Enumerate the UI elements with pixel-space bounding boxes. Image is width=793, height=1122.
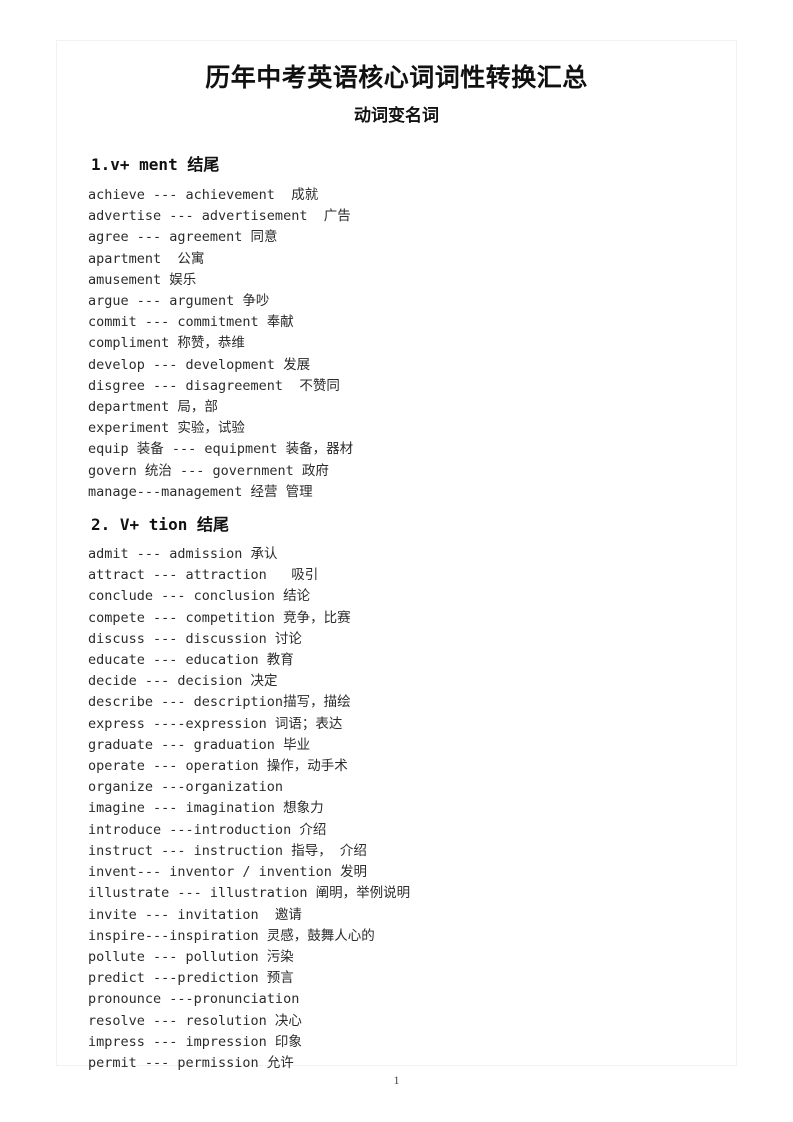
word-entry: operate --- operation 操作，动手术 xyxy=(88,758,348,775)
word-entry: argue --- argument 争吵 xyxy=(88,293,270,310)
word-entry: attract --- attraction 吸引 xyxy=(88,567,319,584)
word-entry: compliment 称赞，恭维 xyxy=(88,335,245,352)
word-entry: inspire---inspiration 灵感，鼓舞人心的 xyxy=(88,927,375,944)
word-entry: govern 统治 --- government 政府 xyxy=(88,462,329,479)
word-entry: achieve --- achievement 成就 xyxy=(88,187,319,203)
word-entry: conclude --- conclusion 结论 xyxy=(88,588,311,605)
word-entry: instruct --- instruction 指导， 介绍 xyxy=(88,842,367,859)
document-page: 历年中考英语核心词词性转换汇总 动词变名词 1.v+ ment 结尾 achie… xyxy=(0,0,793,1122)
word-entry: pollute --- pollution 污染 xyxy=(88,948,294,965)
word-entry: graduate --- graduation 毕业 xyxy=(88,736,311,753)
word-entry: organize ---organization xyxy=(88,779,284,796)
word-entry: introduce ---introduction 介绍 xyxy=(88,821,327,838)
word-entry: apartment 公寓 xyxy=(88,250,205,267)
page-number: 1 xyxy=(393,1073,400,1087)
word-entry: imagine --- imagination 想象力 xyxy=(88,800,324,817)
word-entry: resolve --- resolution 决心 xyxy=(88,1012,302,1029)
section-v-plus-ment: 1.v+ ment 结尾 achieve --- achievement 成就 … xyxy=(0,128,793,503)
word-entry: pronounce ---pronunciation xyxy=(88,991,300,1008)
word-entry: express ----expression 词语；表达 xyxy=(88,715,343,732)
section-v-plus-tion: 2. V+ tion 结尾 admit --- admission 承认 att… xyxy=(0,503,793,1074)
section-heading-2: 2. V+ tion 结尾 xyxy=(91,515,229,535)
word-list-2: admit --- admission 承认 attract --- attra… xyxy=(0,536,793,1074)
word-entry: discuss --- discussion 讨论 xyxy=(88,630,302,647)
word-entry: invite --- invitation 邀请 xyxy=(88,906,302,923)
word-entry: department 局，部 xyxy=(88,399,218,416)
word-entry: amusement 娱乐 xyxy=(88,271,197,288)
word-entry: impress --- impression 印象 xyxy=(88,1033,302,1050)
word-entry: compete --- competition 竞争，比赛 xyxy=(88,609,351,626)
word-list-1: achieve --- achievement 成就 advertise ---… xyxy=(0,176,793,503)
word-entry: educate --- education 教育 xyxy=(88,652,294,669)
word-entry: illustrate --- illustration 阐明，举例说明 xyxy=(88,885,411,902)
word-entry: manage---management 经营 管理 xyxy=(88,483,313,500)
word-entry: advertise --- advertisement 广告 xyxy=(88,208,351,225)
word-entry: predict ---prediction 预言 xyxy=(88,970,294,987)
word-entry: experiment 实验，试验 xyxy=(88,420,245,437)
word-entry: disgree --- disagreement 不赞同 xyxy=(88,377,340,394)
word-entry: admit --- admission 承认 xyxy=(88,546,278,563)
document-title: 历年中考英语核心词词性转换汇总 xyxy=(205,63,588,92)
word-entry: decide --- decision 决定 xyxy=(88,673,278,690)
word-entry: permit --- permission 允许 xyxy=(88,1054,294,1071)
word-entry: equip 装备 --- equipment 装备，器材 xyxy=(88,441,354,458)
document-content: 历年中考英语核心词词性转换汇总 动词变名词 1.v+ ment 结尾 achie… xyxy=(0,0,793,1074)
word-entry: invent--- inventor / invention 发明 xyxy=(88,864,367,881)
word-entry: describe --- description描写，描绘 xyxy=(88,694,351,711)
word-entry: commit --- commitment 奉献 xyxy=(88,314,294,331)
section-heading-1: 1.v+ ment 结尾 xyxy=(91,155,220,174)
word-entry: agree --- agreement 同意 xyxy=(88,229,278,246)
document-subtitle: 动词变名词 xyxy=(354,106,439,126)
word-entry: develop --- development 发展 xyxy=(88,356,311,373)
